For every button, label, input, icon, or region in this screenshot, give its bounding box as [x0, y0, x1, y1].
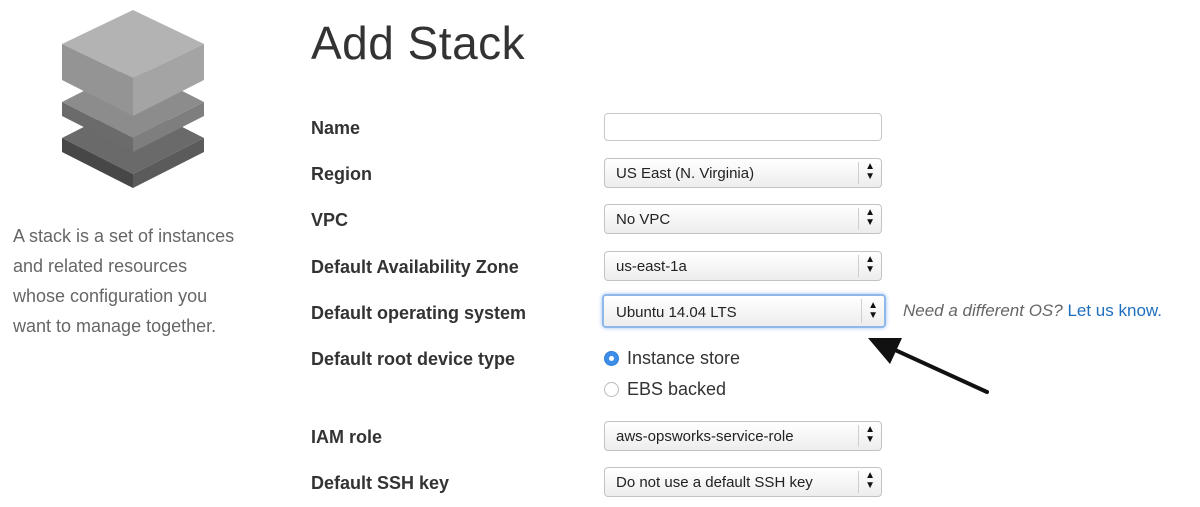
name-input[interactable]	[604, 113, 882, 141]
vpc-value: No VPC	[616, 211, 671, 228]
availability-zone-label: Default Availability Zone	[311, 257, 519, 277]
select-arrows-icon: ▲ ▼	[868, 300, 878, 321]
operating-system-value: Ubuntu 14.04 LTS	[616, 304, 737, 321]
stack-description: A stack is a set of instances and relate…	[13, 226, 235, 336]
root-device-label: Default root device type	[311, 349, 516, 369]
region-select[interactable]: US East (N. Virginia) ▲ ▼	[604, 158, 882, 188]
let-us-know-link[interactable]: Let us know.	[1067, 301, 1162, 320]
ssh-key-value: Do not use a default SSH key	[616, 474, 813, 491]
operating-system-label: Default operating system	[311, 303, 527, 323]
iam-role-value: aws-opsworks-service-role	[616, 428, 794, 445]
vpc-select[interactable]: No VPC ▲ ▼	[604, 204, 882, 234]
select-arrows-icon: ▲ ▼	[865, 161, 875, 182]
arrow-pointer-icon	[868, 338, 989, 394]
ebs-backed-radio[interactable]	[604, 382, 619, 397]
select-arrows-icon: ▲ ▼	[865, 470, 875, 491]
iam-role-select[interactable]: aws-opsworks-service-role ▲ ▼	[604, 421, 882, 451]
ebs-backed-label[interactable]: EBS backed	[627, 379, 726, 400]
iam-role-label: IAM role	[311, 427, 383, 447]
os-hint: Need a different OS? Let us know.	[903, 301, 1162, 321]
instance-store-radio[interactable]	[604, 351, 619, 366]
availability-zone-value: us-east-1a	[616, 258, 687, 275]
layered-stack-icon	[62, 10, 204, 188]
vpc-label: VPC	[311, 210, 349, 230]
ssh-key-label: Default SSH key	[311, 473, 450, 493]
select-arrows-icon: ▲ ▼	[865, 254, 875, 275]
ssh-key-select[interactable]: Do not use a default SSH key ▲ ▼	[604, 467, 882, 497]
operating-system-select[interactable]: Ubuntu 14.04 LTS ▲ ▼	[602, 294, 886, 328]
region-value: US East (N. Virginia)	[616, 165, 755, 182]
select-arrows-icon: ▲ ▼	[865, 424, 875, 445]
page-title: Add Stack	[311, 17, 526, 69]
instance-store-label[interactable]: Instance store	[627, 348, 740, 369]
name-label: Name	[311, 118, 361, 138]
availability-zone-select[interactable]: us-east-1a ▲ ▼	[604, 251, 882, 281]
region-label: Region	[311, 164, 372, 184]
os-hint-text: Need a different OS?	[903, 301, 1063, 320]
select-arrows-icon: ▲ ▼	[865, 207, 875, 228]
